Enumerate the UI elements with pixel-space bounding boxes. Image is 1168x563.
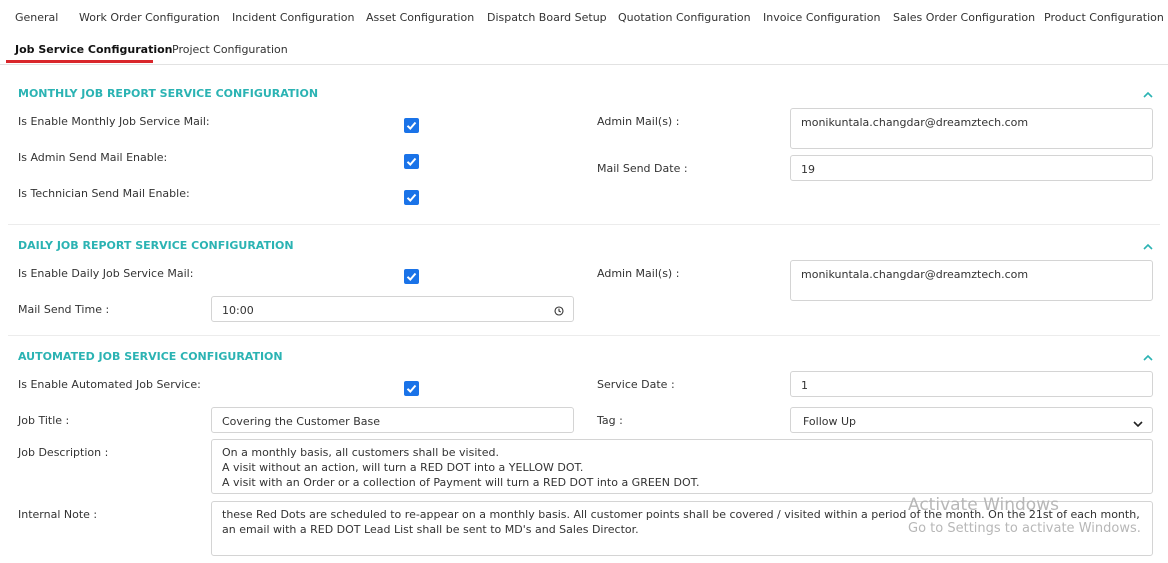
monthly-enable-checkbox[interactable]	[404, 118, 419, 133]
internal-note-label: Internal Note :	[18, 508, 98, 521]
daily-admin-mails-label: Admin Mail(s) :	[597, 267, 680, 280]
mail-send-time-value: 10:00	[222, 304, 254, 317]
section-divider	[8, 335, 1160, 336]
automated-enable-checkbox[interactable]	[404, 381, 419, 396]
tag-selected-value: Follow Up	[803, 415, 857, 428]
collapse-monthly-chevron-up-icon[interactable]	[1143, 90, 1153, 100]
collapse-automated-chevron-up-icon[interactable]	[1143, 353, 1153, 363]
tab-job-service-configuration[interactable]: Job Service Configuration	[15, 43, 173, 56]
job-description-textarea[interactable]: On a monthly basis, all customers shall …	[211, 439, 1153, 494]
tag-label: Tag :	[597, 414, 623, 427]
job-description-label: Job Description :	[18, 446, 109, 459]
tab-invoice-configuration[interactable]: Invoice Configuration	[763, 11, 880, 24]
service-date-input[interactable]: 1	[790, 371, 1153, 397]
daily-enable-checkbox[interactable]	[404, 269, 419, 284]
tab-dispatch-board-setup[interactable]: Dispatch Board Setup	[487, 11, 607, 24]
automated-enable-label: Is Enable Automated Job Service:	[18, 378, 201, 391]
tab-general[interactable]: General	[15, 11, 58, 24]
tab-work-order-configuration[interactable]: Work Order Configuration	[79, 11, 220, 24]
tab-project-configuration[interactable]: Project Configuration	[172, 43, 288, 56]
tab-product-configuration[interactable]: Product Configuration	[1044, 11, 1164, 24]
monthly-admin-mails-input[interactable]: monikuntala.changdar@dreamztech.com	[790, 108, 1153, 149]
tab-incident-configuration[interactable]: Incident Configuration	[232, 11, 354, 24]
tab-quotation-configuration[interactable]: Quotation Configuration	[618, 11, 751, 24]
collapse-daily-chevron-up-icon[interactable]	[1143, 242, 1153, 252]
mail-send-date-input[interactable]: 19	[790, 155, 1153, 181]
service-date-label: Service Date :	[597, 378, 675, 391]
tag-select[interactable]: Follow Up	[790, 407, 1153, 433]
mail-send-time-input[interactable]: 10:00	[211, 296, 574, 322]
clock-icon[interactable]	[554, 305, 564, 320]
mail-send-time-label: Mail Send Time :	[18, 303, 110, 316]
chevron-down-icon	[1133, 417, 1143, 432]
monthly-enable-label: Is Enable Monthly Job Service Mail:	[18, 115, 210, 128]
technician-send-mail-checkbox[interactable]	[404, 190, 419, 205]
active-tab-indicator	[6, 60, 153, 63]
tab-sales-order-configuration[interactable]: Sales Order Configuration	[893, 11, 1035, 24]
monthly-admin-mails-label: Admin Mail(s) :	[597, 115, 680, 128]
automated-section-title: AUTOMATED JOB SERVICE CONFIGURATION	[18, 350, 283, 363]
job-title-input[interactable]: Covering the Customer Base	[211, 407, 574, 433]
job-title-label: Job Title :	[18, 414, 70, 427]
tab-asset-configuration[interactable]: Asset Configuration	[366, 11, 474, 24]
daily-enable-label: Is Enable Daily Job Service Mail:	[18, 267, 194, 280]
admin-send-mail-label: Is Admin Send Mail Enable:	[18, 151, 168, 164]
monthly-section-title: MONTHLY JOB REPORT SERVICE CONFIGURATION	[18, 87, 319, 100]
internal-note-textarea[interactable]: these Red Dots are scheduled to re-appea…	[211, 501, 1153, 556]
daily-admin-mails-input[interactable]: monikuntala.changdar@dreamztech.com	[790, 260, 1153, 301]
daily-section-title: DAILY JOB REPORT SERVICE CONFIGURATION	[18, 239, 294, 252]
mail-send-date-label: Mail Send Date :	[597, 162, 688, 175]
section-divider	[8, 224, 1160, 225]
admin-send-mail-checkbox[interactable]	[404, 154, 419, 169]
configuration-tabs: General Work Order Configuration Inciden…	[0, 0, 1168, 65]
technician-send-mail-label: Is Technician Send Mail Enable:	[18, 187, 190, 200]
